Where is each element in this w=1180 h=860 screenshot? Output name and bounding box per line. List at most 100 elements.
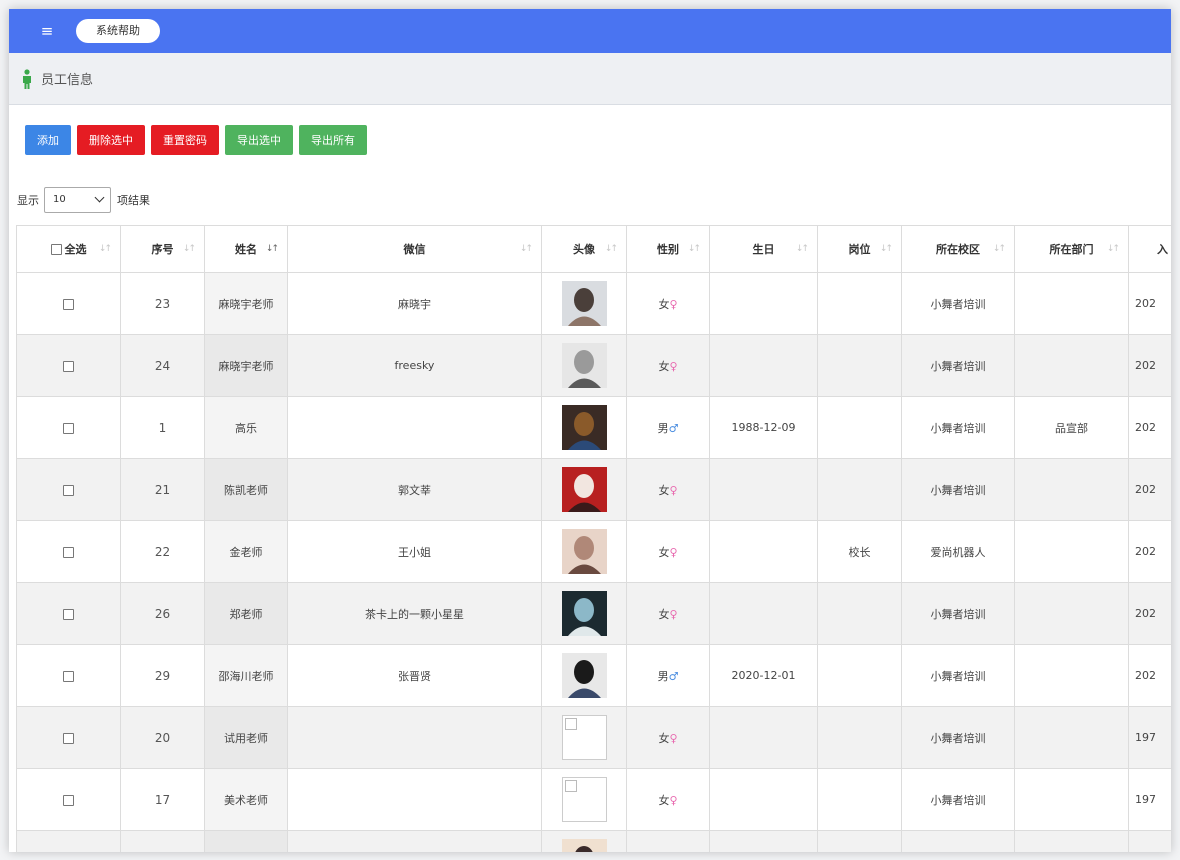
- cell-wechat: 王小姐: [287, 520, 542, 583]
- cell-campus: 小舞者培训: [901, 768, 1015, 831]
- row-checkbox-cell[interactable]: [16, 582, 121, 645]
- sort-icon[interactable]: ↓↑: [520, 244, 533, 254]
- cell-name: 麻晓宇老师: [204, 334, 288, 397]
- cell-name: 试用老师: [204, 706, 288, 769]
- row-checkbox-cell[interactable]: [16, 706, 121, 769]
- table-row[interactable]: 28潘晓柏老师校长 女♀ 小舞者培训 202: [16, 830, 1171, 852]
- sort-icon[interactable]: ↓↑: [183, 244, 196, 254]
- row-checkbox[interactable]: [63, 484, 74, 496]
- sort-icon[interactable]: ↓↑: [993, 244, 1006, 254]
- header-department[interactable]: 所在部门 ↓↑: [1014, 225, 1129, 273]
- page-length-value: 10: [53, 194, 66, 205]
- employee-table-wrapper[interactable]: 全选 ↓↑ 序号 ↓↑ 姓名 ↓↑ 微信 ↓↑ 头像 ↓↑ 性别 ↓↑ 生日 ↓↑ 岗位 ↓↑ …: [16, 225, 1171, 852]
- header-wechat[interactable]: 微信 ↓↑: [287, 225, 542, 273]
- header-birthday[interactable]: 生日 ↓↑: [709, 225, 818, 273]
- cell-id: 26: [120, 582, 205, 645]
- sort-icon[interactable]: ↓↑: [99, 244, 112, 254]
- cell-campus: 小舞者培训: [901, 644, 1015, 707]
- table-row[interactable]: 17 美术老师 女♀ 小舞者培训 197: [16, 768, 1171, 831]
- cell-id: 21: [120, 458, 205, 521]
- sort-icon[interactable]: ↓↑: [880, 244, 893, 254]
- add-button[interactable]: 添加: [25, 125, 71, 155]
- cell-gender: 女♀: [626, 458, 710, 521]
- header-name[interactable]: 姓名 ↓↑: [204, 225, 288, 273]
- row-checkbox-cell[interactable]: [16, 458, 121, 521]
- row-checkbox[interactable]: [63, 608, 74, 620]
- row-checkbox[interactable]: [63, 360, 74, 372]
- table-row[interactable]: 1 高乐 男♂ 1988-12-09 小舞者培训 品宣部 202: [16, 396, 1171, 459]
- export-all-button[interactable]: 导出所有: [299, 125, 367, 155]
- row-checkbox[interactable]: [63, 794, 74, 806]
- row-checkbox-cell[interactable]: [16, 768, 121, 831]
- cell-avatar: [541, 830, 627, 852]
- sort-icon[interactable]: ↓↑: [688, 244, 701, 254]
- row-checkbox-cell[interactable]: [16, 396, 121, 459]
- table-row[interactable]: 21 陈凯老师 郭文莘 女♀ 小舞者培训 202: [16, 458, 1171, 521]
- header-hire-date[interactable]: 入: [1128, 225, 1171, 273]
- system-help-button[interactable]: 系统帮助: [76, 19, 160, 43]
- cell-gender: 男♂: [626, 396, 710, 459]
- header-avatar[interactable]: 头像 ↓↑: [541, 225, 627, 273]
- cell-hire-date: 202: [1128, 520, 1171, 583]
- cell-gender: 女♀: [626, 520, 710, 583]
- sort-icon[interactable]: ↓↑: [1107, 244, 1120, 254]
- cell-gender: 女♀: [626, 582, 710, 645]
- row-checkbox-cell[interactable]: [16, 830, 121, 852]
- length-suffix: 项结果: [117, 194, 150, 207]
- cell-avatar: [541, 396, 627, 459]
- table-row[interactable]: 22 金老师 王小姐 女♀ 校长 爱尚机器人 202: [16, 520, 1171, 583]
- sort-icon[interactable]: ↓↑: [605, 244, 618, 254]
- row-checkbox[interactable]: [63, 422, 74, 434]
- cell-position: [817, 706, 902, 769]
- sort-active-icon[interactable]: ↓↑: [266, 244, 279, 254]
- header-gender[interactable]: 性别 ↓↑: [626, 225, 710, 273]
- avatar: [561, 653, 607, 698]
- header-select-all[interactable]: 全选 ↓↑: [16, 225, 121, 273]
- cell-department: [1014, 520, 1129, 583]
- select-all-checkbox[interactable]: [50, 243, 62, 255]
- cell-name: 陈凯老师: [204, 458, 288, 521]
- cell-gender: 女♀: [626, 334, 710, 397]
- row-checkbox[interactable]: [63, 546, 74, 558]
- avatar: [561, 405, 607, 450]
- app-window: ≡ 系统帮助 员工信息 添加 删除选中 重置密码 导出选中 导出所有 显示 10…: [9, 9, 1171, 852]
- row-checkbox[interactable]: [63, 298, 74, 310]
- header-id[interactable]: 序号 ↓↑: [120, 225, 205, 273]
- row-checkbox-cell[interactable]: [16, 520, 121, 583]
- cell-gender: 女♀: [626, 706, 710, 769]
- cell-wechat: 张晋贤: [287, 644, 542, 707]
- row-checkbox-cell[interactable]: [16, 272, 121, 335]
- cell-id: 20: [120, 706, 205, 769]
- hamburger-icon[interactable]: ≡: [37, 22, 57, 40]
- cell-id: 22: [120, 520, 205, 583]
- table-row[interactable]: 29 邵海川老师 张晋贤 男♂ 2020-12-01 小舞者培训 202: [16, 644, 1171, 707]
- cell-position: [817, 582, 902, 645]
- reset-password-button[interactable]: 重置密码: [151, 125, 219, 155]
- table-row[interactable]: 24 麻晓宇老师 freesky 女♀ 小舞者培训 202: [16, 334, 1171, 397]
- table-body: 23 麻晓宇老师 麻晓宇女♀ 小舞者培训 202 24 麻晓宇老师 freesky 女♀ 小舞者培…: [16, 272, 1171, 852]
- gender-text: 女♀: [658, 545, 678, 559]
- cell-gender: 男♂: [626, 644, 710, 707]
- cell-position: [817, 768, 902, 831]
- table-row[interactable]: 20 试用老师 女♀ 小舞者培训 197: [16, 706, 1171, 769]
- table-row[interactable]: 26 郑老师 茶卡上的一颗小星星 女♀ 小舞者培训 202: [16, 582, 1171, 645]
- row-checkbox[interactable]: [63, 732, 74, 744]
- cell-avatar: [541, 582, 627, 645]
- cell-position: [817, 334, 902, 397]
- table-row[interactable]: 23 麻晓宇老师 麻晓宇 女♀ 小舞者培训 202: [16, 272, 1171, 335]
- page-title-bar: 员工信息: [9, 53, 1171, 105]
- sort-icon[interactable]: ↓↑: [796, 244, 809, 254]
- page-length-select[interactable]: 10: [44, 187, 111, 213]
- header-campus[interactable]: 所在校区 ↓↑: [901, 225, 1015, 273]
- export-selected-button[interactable]: 导出选中: [225, 125, 293, 155]
- cell-position: [817, 458, 902, 521]
- header-position[interactable]: 岗位 ↓↑: [817, 225, 902, 273]
- employee-table: 全选 ↓↑ 序号 ↓↑ 姓名 ↓↑ 微信 ↓↑ 头像 ↓↑ 性别 ↓↑ 生日 ↓↑ 岗位 ↓↑ …: [16, 225, 1171, 852]
- delete-selected-button[interactable]: 删除选中: [77, 125, 145, 155]
- row-checkbox-cell[interactable]: [16, 334, 121, 397]
- row-checkbox[interactable]: [63, 670, 74, 682]
- cell-hire-date: 202: [1128, 458, 1171, 521]
- cell-wechat: 麻晓宇: [287, 272, 542, 335]
- cell-id: 23: [120, 272, 205, 335]
- row-checkbox-cell[interactable]: [16, 644, 121, 707]
